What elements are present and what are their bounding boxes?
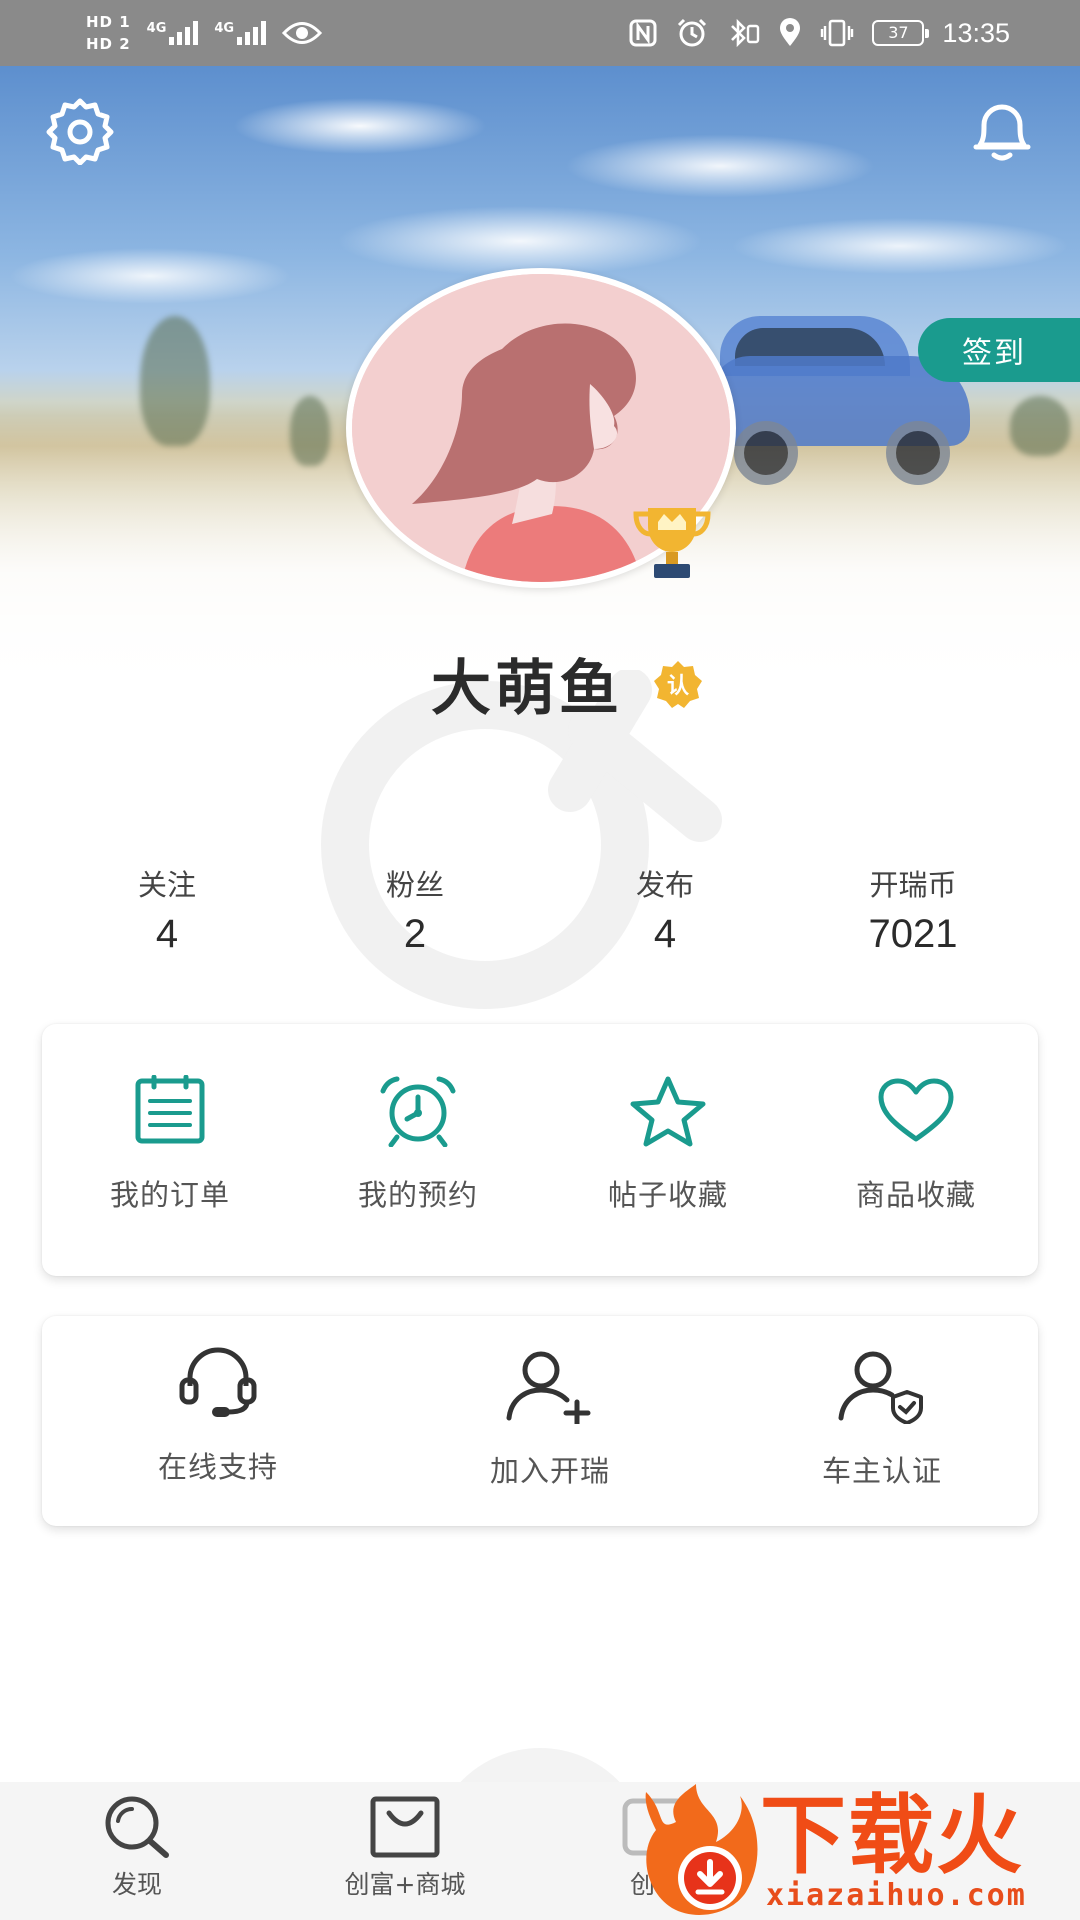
hd1-label: HD 1 [86, 13, 131, 31]
checkin-button[interactable]: 签到 [918, 318, 1080, 382]
profile-stats: 关注 4 粉丝 2 发布 4 开瑞币 7021 [0, 862, 1080, 972]
stat-value: 4 [653, 912, 677, 956]
nfc-icon [629, 19, 657, 47]
service-label: 加入开瑞 [489, 1454, 610, 1488]
status-bar-left: HD 1 HD 2 4G 4G [86, 8, 323, 58]
hd-indicators: HD 1 HD 2 [86, 13, 131, 53]
shopping-bag-icon [370, 1796, 440, 1858]
stat-coins[interactable]: 开瑞币 7021 [788, 862, 1038, 957]
alarm-status-icon [678, 18, 707, 47]
nav-mall[interactable]: 创富+商城 [320, 1795, 490, 1901]
settings-button[interactable] [42, 92, 118, 168]
bluetooth-icon [731, 18, 760, 48]
stat-value: 4 [155, 912, 179, 956]
stat-label: 关注 [137, 868, 196, 902]
action-label: 我的订单 [109, 1178, 230, 1212]
battery-indicator: 37 [872, 20, 930, 46]
action-label: 商品收藏 [855, 1178, 976, 1212]
vibrate-icon [821, 19, 854, 47]
gear-icon [46, 98, 114, 165]
my-orders-button[interactable]: 我的订单 [80, 1066, 260, 1214]
nav-label: 创富+商城 [344, 1870, 466, 1899]
action-label: 我的预约 [357, 1178, 478, 1212]
services-card: 在线支持 加入开瑞 车主认证 [42, 1316, 1038, 1526]
clipboard-icon [135, 1075, 205, 1144]
stat-posts[interactable]: 发布 4 [540, 862, 790, 957]
notification-button[interactable] [964, 92, 1040, 168]
hd2-label: HD 2 [86, 35, 131, 53]
stat-label: 发布 [635, 868, 694, 902]
join-kairui-button[interactable]: 加入开瑞 [450, 1342, 650, 1490]
flame-logo-icon [645, 1784, 758, 1915]
owner-verification-button[interactable]: 车主认证 [782, 1342, 982, 1490]
headset-icon [179, 1347, 257, 1417]
net1-label: 4G [146, 21, 167, 36]
net2-label: 4G [214, 21, 235, 36]
add-user-icon [506, 1351, 591, 1424]
action-label: 帖子收藏 [607, 1178, 728, 1212]
verified-badge: 认 [653, 659, 703, 709]
stat-followers[interactable]: 粉丝 2 [290, 862, 540, 957]
trophy-icon [633, 508, 711, 578]
watermark-logo: 下载火 xiazaihuo.com [636, 1782, 1080, 1920]
stat-label: 开瑞币 [869, 868, 957, 902]
service-label: 在线支持 [157, 1450, 278, 1484]
username-row: 大萌鱼 认 [0, 640, 1080, 727]
signal-1-icon: 4G [147, 21, 199, 45]
watermark-title: 下载火 [760, 1786, 1024, 1886]
bell-icon [973, 104, 1031, 161]
star-icon [630, 1076, 706, 1147]
signal-2-icon: 4G [214, 21, 267, 45]
stat-following[interactable]: 关注 4 [42, 862, 292, 957]
clock: 13:35 [942, 17, 1010, 48]
status-bar-right: 37 13:35 [628, 12, 1010, 54]
username: 大萌鱼 [431, 654, 623, 724]
search-icon [105, 1796, 169, 1858]
nav-label: 发现 [111, 1870, 162, 1899]
my-appointments-button[interactable]: 我的预约 [328, 1066, 508, 1214]
verified-user-icon [838, 1351, 923, 1424]
location-icon [780, 18, 801, 46]
online-support-button[interactable]: 在线支持 [118, 1338, 318, 1486]
eye-icon [282, 22, 323, 44]
alarm-clock-icon [380, 1076, 456, 1147]
heart-icon [878, 1078, 954, 1142]
quick-actions-card: 我的订单 我的预约 帖子收藏 商品收藏 [42, 1024, 1038, 1276]
verified-badge-label: 认 [666, 673, 689, 699]
favorite-posts-button[interactable]: 帖子收藏 [578, 1066, 758, 1214]
service-label: 车主认证 [821, 1454, 942, 1488]
stat-value: 2 [403, 912, 427, 956]
nav-discover[interactable]: 发现 [72, 1795, 202, 1901]
watermark-url: xiazaihuo.com [766, 1878, 1027, 1913]
favorite-products-button[interactable]: 商品收藏 [826, 1066, 1006, 1214]
stat-value: 7021 [868, 912, 958, 956]
stat-label: 粉丝 [385, 868, 444, 902]
status-bar: HD 1 HD 2 4G 4G 37 13:35 [0, 0, 1080, 66]
